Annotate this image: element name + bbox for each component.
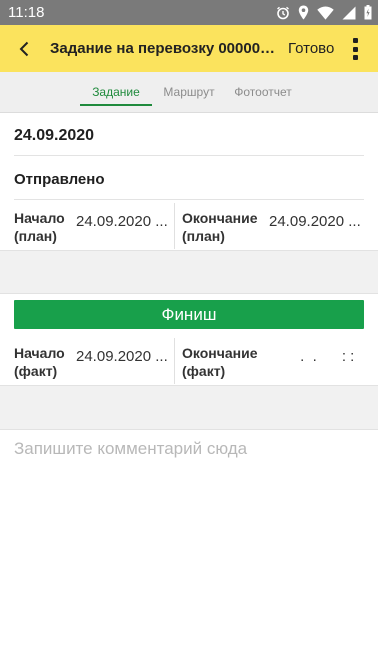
task-status: Отправлено [14,171,105,188]
task-date: 24.09.2020 [14,127,95,144]
back-button[interactable] [10,35,38,63]
page-title: Задание на перевозку 000000... [50,40,278,57]
tab-photo-report[interactable]: Фотоотчет [226,72,300,112]
fact-start-value[interactable]: 24.09.2020 ... [76,348,168,366]
more-menu-button[interactable] [348,36,362,62]
signal-icon [342,6,356,19]
comment-input[interactable]: Запишите комментарий сюда [14,438,247,460]
section-spacer [0,250,378,294]
plan-start-value[interactable]: 24.09.2020 ... [76,213,168,231]
divider [14,199,364,200]
back-arrow-icon [19,41,29,57]
fact-end-label: Окончание (факт) [182,345,258,379]
column-separator [174,338,175,384]
alarm-icon [277,6,289,19]
status-icons [276,4,372,21]
status-bar: 11:18 [0,0,378,25]
battery-icon [364,5,372,20]
status-time: 11:18 [8,4,45,21]
fact-end-value[interactable]: . . : : [296,348,354,366]
app-bar: Задание на перевозку 000000... Готово [0,25,378,72]
tab-task[interactable]: Задание [80,72,152,112]
finish-button[interactable]: Финиш [14,300,364,329]
wifi-icon [317,6,334,20]
divider [14,155,364,156]
done-button[interactable]: Готово [288,39,334,58]
plan-end-value[interactable]: 24.09.2020 ... [269,213,361,231]
plan-end-label: Окончание (план) [182,210,258,244]
column-separator [174,203,175,249]
fact-start-label: Начало (факт) [14,345,65,379]
tab-route[interactable]: Маршрут [156,72,222,112]
more-vert-icon [352,38,358,43]
plan-start-label: Начало (план) [14,210,65,244]
tab-bar: Задание Маршрут Фотоотчет [0,72,378,113]
location-icon [298,5,309,20]
active-tab-indicator [80,104,152,106]
section-spacer [0,385,378,430]
